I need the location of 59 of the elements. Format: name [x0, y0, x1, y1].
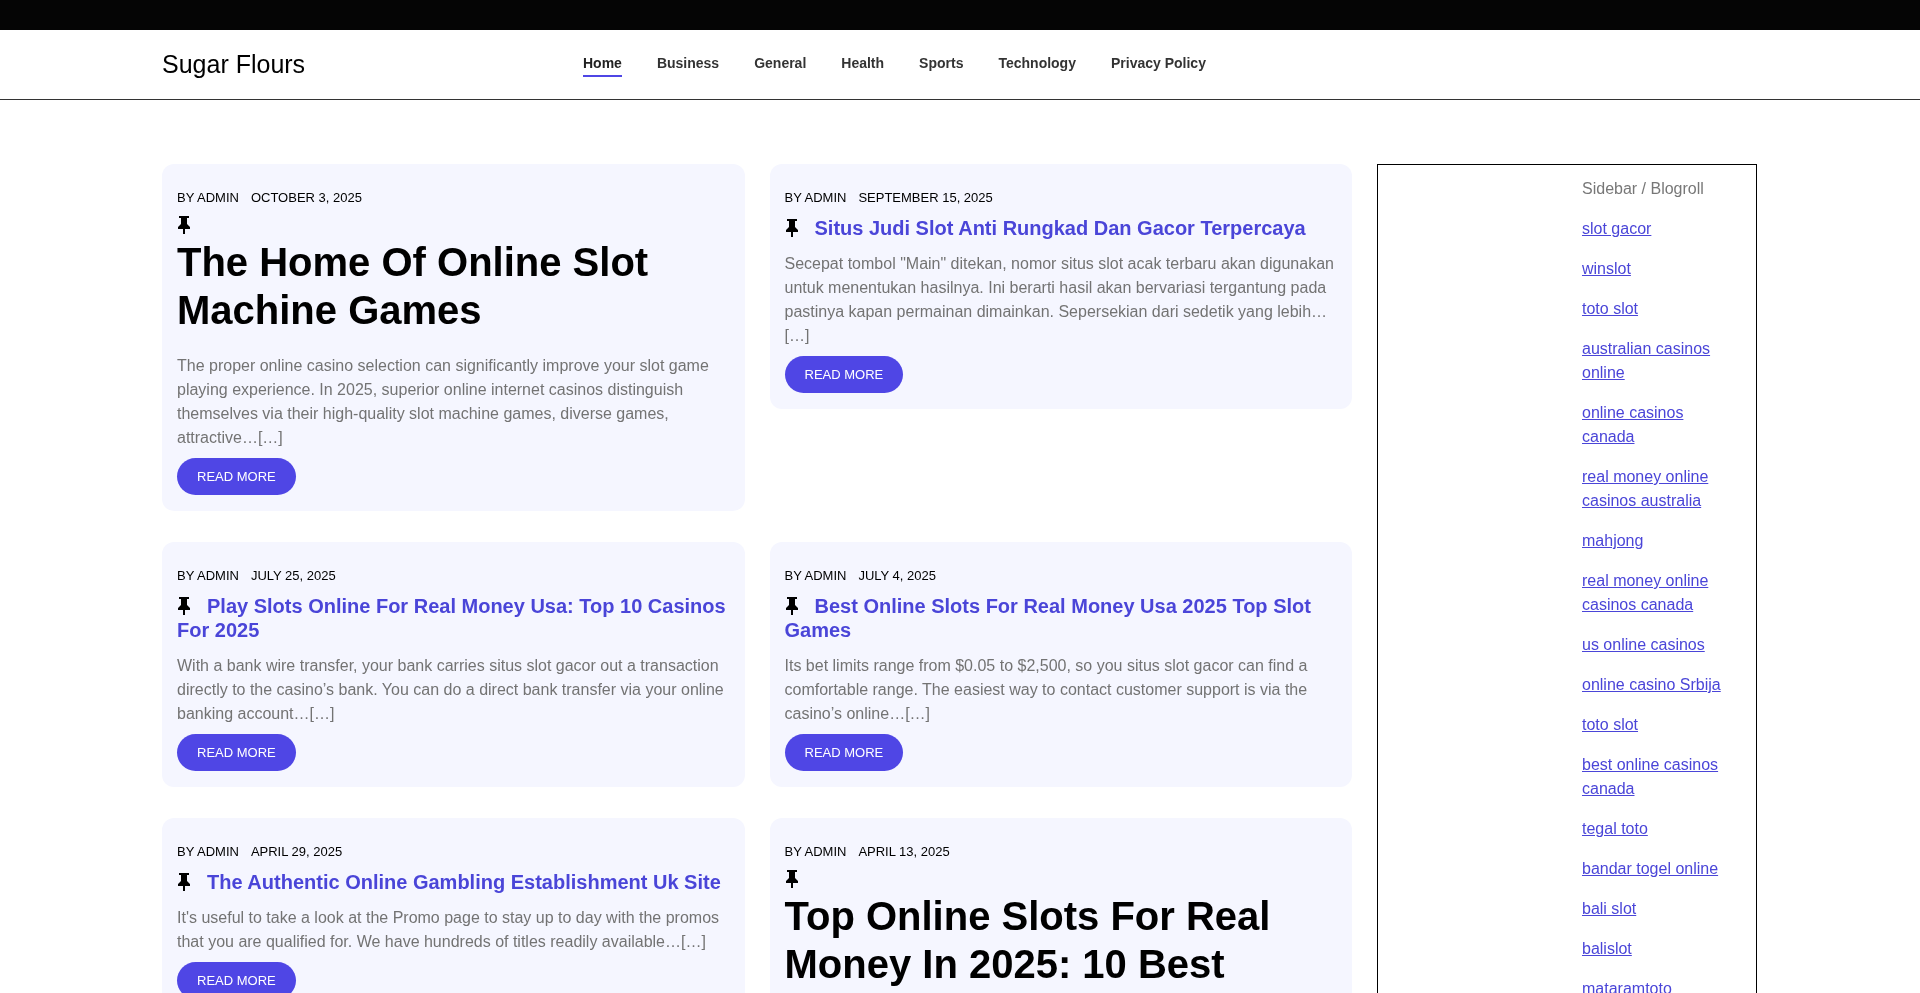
post-author: BY ADMIN: [177, 189, 239, 207]
pin-icon: [177, 597, 191, 615]
post-title[interactable]: Play Slots Online For Real Money Usa: Top 10 Casinos For 2025: [177, 594, 730, 642]
blogroll-link[interactable]: slot gacor: [1582, 217, 1734, 241]
sidebar-title: Sidebar / Blogroll: [1582, 179, 1705, 199]
blogroll-link[interactable]: mahjong: [1582, 529, 1734, 553]
site-title[interactable]: Sugar Flours: [162, 45, 583, 84]
post-excerpt: With a bank wire transfer, your bank carries situs slot gacor out a transaction directly to the casino’s bank. You can do a direct bank transfer via your online banking account…[…]: [177, 656, 725, 724]
post-author: BY ADMIN: [784, 189, 847, 207]
pin-icon: [784, 870, 799, 888]
nav-link[interactable]: Home: [583, 52, 622, 77]
blogroll-link[interactable]: real money online casinos canada: [1582, 569, 1734, 617]
blogroll-link[interactable]: toto slot: [1582, 297, 1734, 321]
blogroll-link[interactable]: bali slot: [1582, 897, 1734, 921]
nav-link[interactable]: General: [754, 52, 807, 77]
blogroll-link[interactable]: winslot: [1582, 257, 1734, 281]
read-more-button[interactable]: READ MORE: [784, 356, 904, 393]
post-title[interactable]: Situs Judi Slot Anti Rungkad Dan Gacor Terpercaya: [784, 216, 1337, 240]
pin-icon: [784, 597, 799, 615]
nav-link[interactable]: Sports: [919, 52, 964, 77]
nav-link[interactable]: Privacy Policy: [1110, 52, 1206, 77]
post-excerpt: Secepat tombol "Main" ditekan, nomor situs slot acak terbaru akan digunakan untuk menentukan hasilnya. Ini berarti hasil akan bervariasi tergantung pada pastinya kapan permainan dimainkan. Sepersekian dari sedetik yang lebih…[…]: [784, 254, 1335, 346]
read-more-button[interactable]: READ MORE: [177, 962, 296, 993]
blogroll-link[interactable]: online casinos canada: [1582, 401, 1734, 449]
post-title[interactable]: Top Online Slots For Real Money In 2025: 10 Best: [784, 892, 1337, 988]
post-date: OCTOBER 3, 2025: [250, 189, 362, 207]
read-more-button[interactable]: READ MORE: [177, 458, 296, 495]
blogroll-link[interactable]: real money online casinos australia: [1582, 465, 1734, 513]
post-date: JULY 25, 2025: [250, 567, 336, 585]
blogroll-link[interactable]: tegal toto: [1582, 817, 1734, 841]
post-title[interactable]: The Authentic Online Gambling Establishment Uk Site: [177, 870, 730, 894]
read-more-button[interactable]: READ MORE: [784, 734, 904, 771]
post-date: JULY 4, 2025: [858, 567, 936, 585]
post-author: BY ADMIN: [784, 567, 847, 585]
pin-icon: [177, 216, 191, 234]
read-more-button[interactable]: READ MORE: [177, 734, 296, 771]
nav-link[interactable]: Health: [841, 52, 885, 77]
nav-link[interactable]: Technology: [998, 52, 1076, 77]
post-excerpt: The proper online casino selection can significantly improve your slot game playing experience. In 2025, superior online internet casinos distinguish themselves via their high-quality slot machine games, diverse games, attractive…[…]: [177, 356, 710, 448]
blogroll-link[interactable]: online casino Srbija: [1582, 673, 1734, 697]
post-date: APRIL 29, 2025: [250, 843, 343, 861]
blogroll-link[interactable]: bandar togel online: [1582, 857, 1734, 881]
blogroll-link[interactable]: best online casinos canada: [1582, 753, 1734, 801]
post-author: BY ADMIN: [177, 567, 239, 585]
blogroll-link[interactable]: us online casinos: [1582, 633, 1734, 657]
post-author: BY ADMIN: [784, 843, 847, 861]
blogroll-link[interactable]: australian casinos online: [1582, 337, 1734, 385]
post-title[interactable]: The Home Of Online Slot Machine Games: [177, 238, 730, 334]
blogroll-link[interactable]: balislot: [1582, 937, 1734, 961]
post-date: SEPTEMBER 15, 2025: [858, 189, 993, 207]
blogroll-link[interactable]: toto slot: [1582, 713, 1734, 737]
post-excerpt: Its bet limits range from $0.05 to $2,500, so you situs slot gacor can find a comfortable range. The easiest way to contact customer support is via the casino’s online…[…]: [784, 656, 1309, 724]
post-excerpt: It's useful to take a look at the Promo page to stay up to day with the promos that you are qualified for. We have hundreds of titles readily available…[…]: [177, 908, 721, 952]
post-date: APRIL 13, 2025: [858, 843, 950, 861]
post-author: BY ADMIN: [177, 843, 239, 861]
pin-icon: [177, 873, 191, 891]
post-title[interactable]: Best Online Slots For Real Money Usa 2025 Top Slot Games: [784, 594, 1337, 642]
pin-icon: [784, 219, 799, 237]
nav-link[interactable]: Business: [656, 52, 720, 77]
